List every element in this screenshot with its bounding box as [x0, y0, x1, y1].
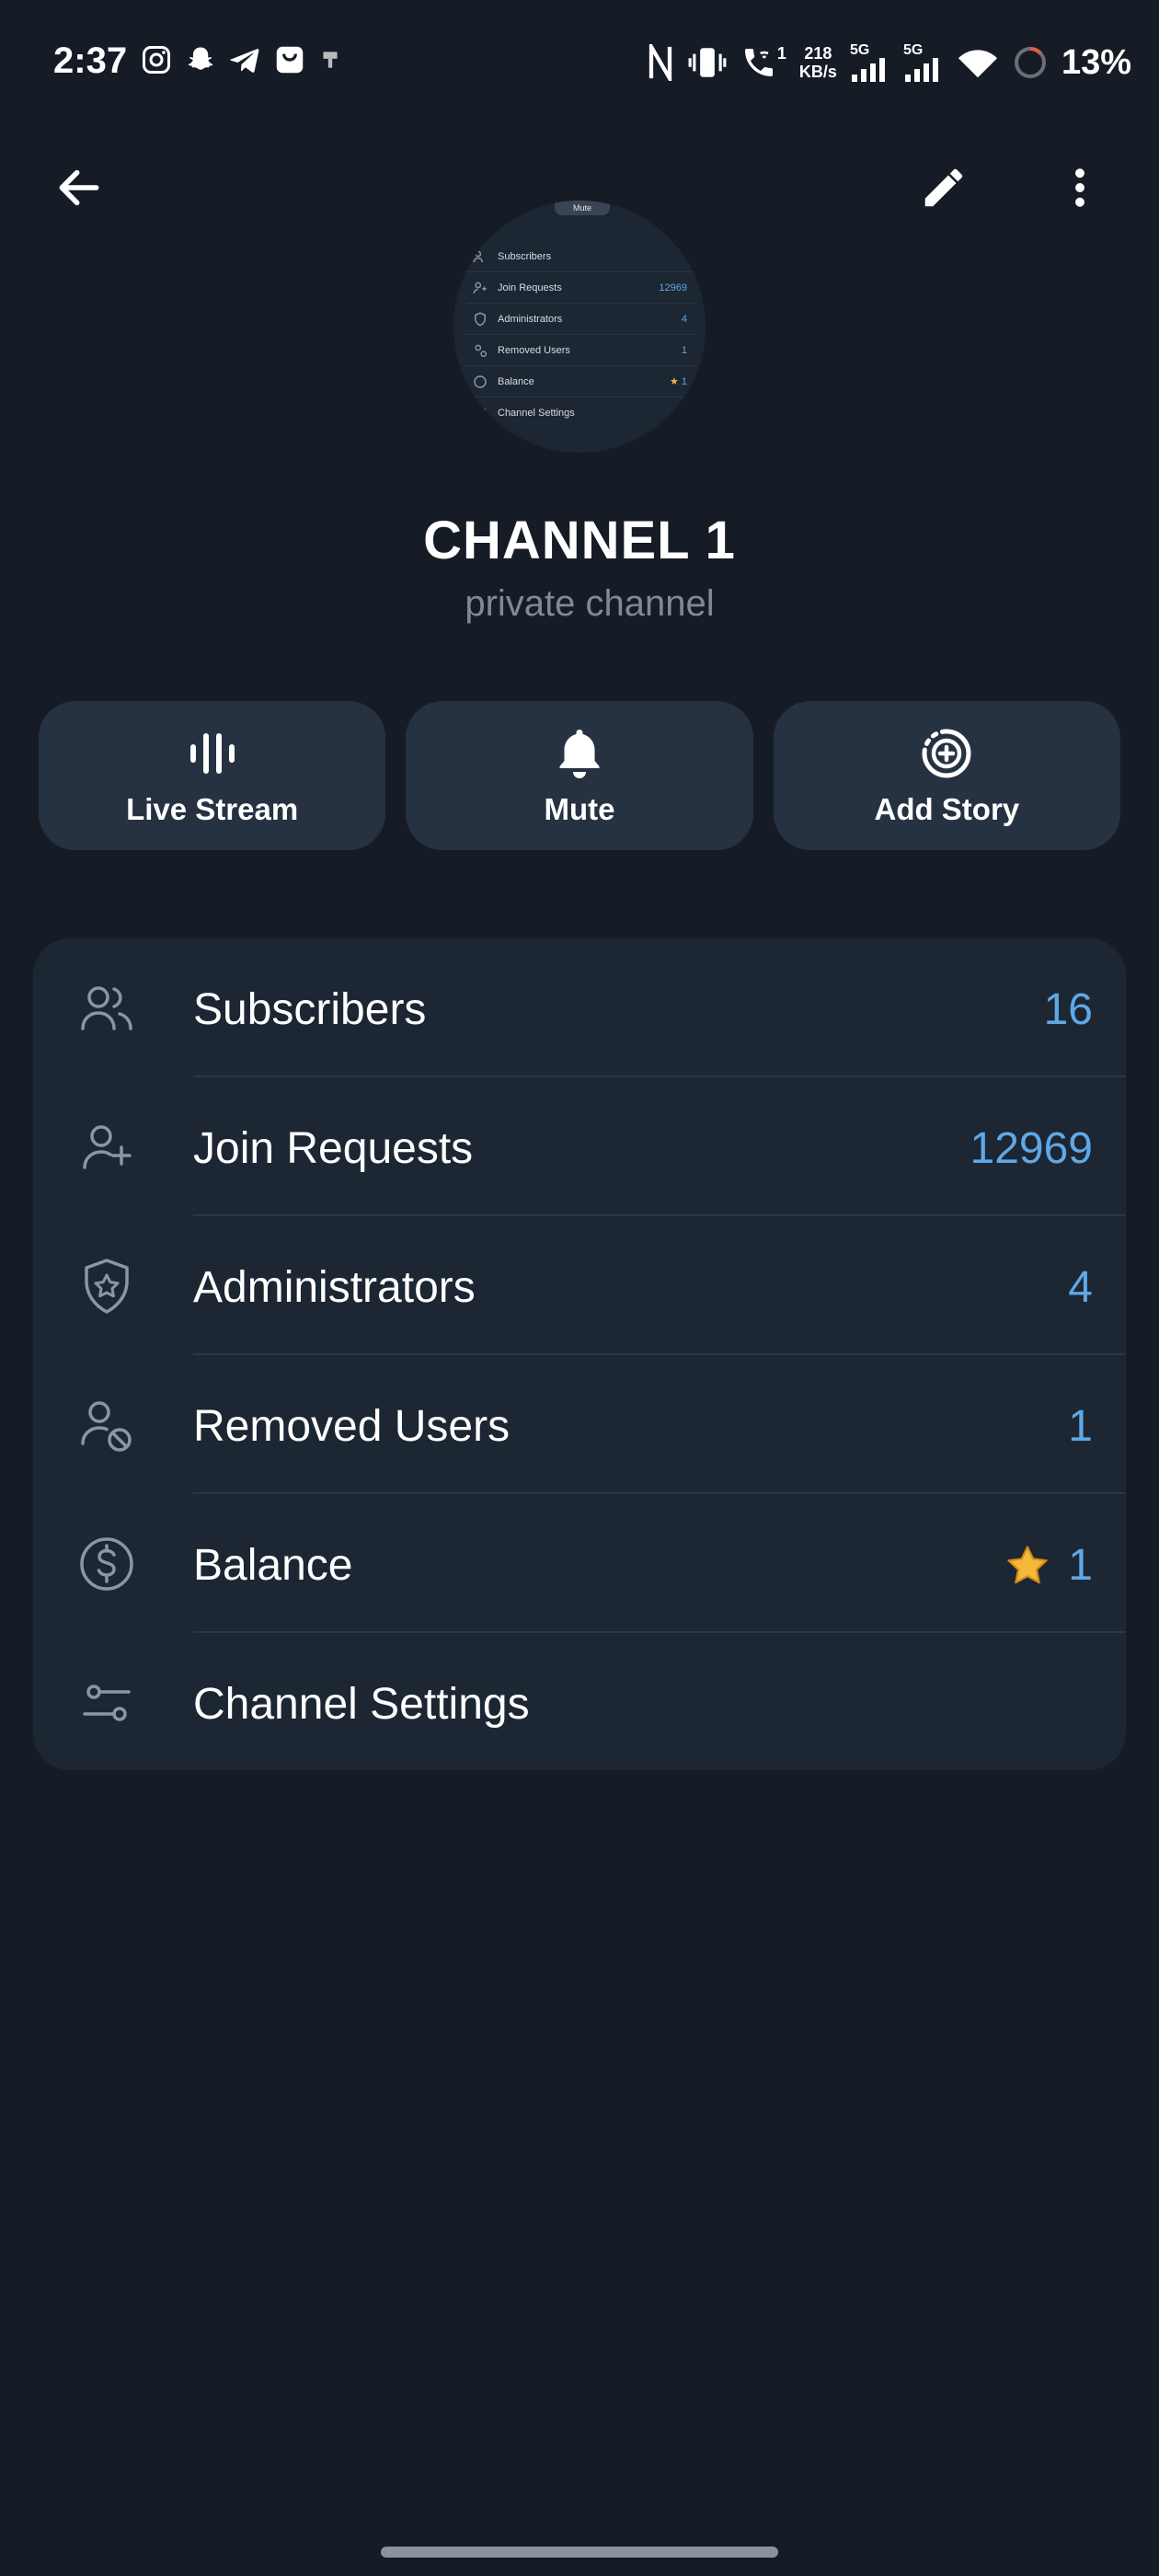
menu-item-label: Administrators [193, 1263, 476, 1312]
more-options-button[interactable] [1047, 155, 1113, 221]
menu-item-label: Balance [193, 1541, 353, 1590]
menu-item-value: 12969 [970, 1124, 1093, 1173]
avatar-preview-label: Channel Settings [498, 408, 575, 419]
back-button[interactable] [46, 155, 112, 221]
menu-item-administrators[interactable]: Administrators 4 [33, 1216, 1126, 1355]
menu-item-value-group: 1 [1004, 1540, 1093, 1591]
settings-sliders-icon [475, 408, 486, 418]
channel-avatar[interactable]: Mute Subscribers Join Requests 12969 Adm… [453, 201, 706, 453]
battery-percent: 13% [1061, 42, 1131, 82]
avatar-preview-row: Administrators 4 [466, 304, 696, 335]
shopping-bag-icon [272, 42, 307, 77]
avatar-preview-tab-label: Mute [572, 203, 591, 213]
channel-menu: Subscribers 16 Join Requests 12969 Admin… [33, 938, 1126, 1770]
avatar-preview-label: Balance [498, 375, 534, 387]
avatar-preview-balance-value: 1 [681, 376, 687, 387]
menu-item-value: 4 [1068, 1263, 1093, 1312]
sim1-label: 5G [849, 42, 870, 58]
subscribers-icon [81, 986, 132, 1030]
network-speed: 218 KB/s [799, 44, 837, 81]
avatar-preview-tab: Mute [555, 201, 610, 215]
user-block-icon [81, 1401, 132, 1452]
menu-item-value: 1 [1068, 1402, 1093, 1451]
pencil-icon [924, 168, 963, 207]
signal-icon [850, 58, 890, 82]
avatar-preview-row: Channel Settings [466, 397, 696, 429]
instagram-icon [140, 43, 173, 76]
sim1-signal: 5G [850, 43, 890, 82]
add-story-icon [922, 729, 971, 778]
bell-icon [559, 730, 600, 778]
settings-sliders-icon [83, 1685, 131, 1721]
wifi-icon [957, 44, 999, 81]
user-block-icon [475, 344, 488, 357]
status-time: 2:37 [53, 40, 128, 81]
snapchat-icon [184, 43, 217, 76]
avatar-preview-value: 1 [681, 344, 687, 356]
mute-button[interactable]: Mute [406, 701, 753, 850]
call-wifi-label: 1 [776, 44, 786, 63]
channel-subtitle: private channel [465, 583, 715, 624]
dollar-icon [474, 374, 487, 388]
avatar-preview-row: Removed Users 1 [466, 335, 696, 366]
avatar-preview-value: ★ 1 [670, 375, 687, 387]
nfc-icon [647, 44, 674, 81]
avatar-preview-label: Subscribers [498, 250, 552, 262]
menu-item-label: Join Requests [193, 1124, 474, 1173]
avatar-preview-label: Join Requests [498, 282, 562, 293]
arrow-back-icon [59, 169, 99, 206]
avatar-preview-row: Balance ★ 1 [466, 366, 696, 397]
menu-item-join-requests[interactable]: Join Requests 12969 [33, 1077, 1126, 1216]
add-user-icon [473, 282, 487, 293]
avatar-preview-value: 4 [681, 313, 687, 325]
avatar-preview-row: Subscribers [466, 241, 696, 272]
edit-button[interactable] [911, 155, 977, 221]
small-notification-icon [318, 46, 342, 74]
live-stream-icon [189, 733, 235, 774]
menu-item-label: Removed Users [193, 1402, 511, 1451]
vibrate-icon [687, 44, 728, 81]
menu-item-label: Channel Settings [193, 1680, 530, 1729]
notification-icons [140, 42, 342, 77]
menu-item-label: Subscribers [193, 985, 427, 1034]
channel-title: CHANNEL 1 [423, 511, 736, 570]
menu-item-value: 1 [1068, 1541, 1093, 1590]
home-indicator[interactable] [381, 2547, 778, 2558]
add-user-icon [83, 1125, 132, 1169]
live-stream-label: Live Stream [126, 792, 299, 826]
shield-star-icon [85, 1259, 129, 1314]
avatar-preview-label: Removed Users [498, 344, 570, 356]
menu-item-channel-settings[interactable]: Channel Settings [33, 1633, 1126, 1770]
status-bar: 2:37 1 218 KB/s 5G 5G 13% [0, 0, 1159, 129]
telegram-icon [228, 43, 261, 76]
subscribers-icon [473, 250, 483, 262]
more-vertical-icon [1075, 168, 1084, 207]
menu-item-balance[interactable]: Balance 1 [33, 1494, 1126, 1633]
dollar-icon [80, 1537, 133, 1591]
sim2-signal: 5G [903, 43, 944, 82]
avatar-preview-label: Administrators [498, 313, 563, 325]
network-speed-unit: KB/s [798, 63, 837, 81]
avatar-preview-value: 12969 [659, 282, 687, 293]
battery-ring-icon [1012, 44, 1049, 81]
avatar-preview-row: Join Requests 12969 [466, 272, 696, 304]
add-story-label: Add Story [874, 792, 1020, 826]
action-buttons: Live Stream Mute Add Story [39, 701, 1120, 850]
signal-icon [903, 58, 944, 82]
add-story-button[interactable]: Add Story [773, 701, 1120, 850]
star-icon [1007, 1545, 1048, 1583]
avatar-screenshot-preview: Mute Subscribers Join Requests 12969 Adm… [453, 201, 706, 453]
menu-item-removed-users[interactable]: Removed Users 1 [33, 1355, 1126, 1494]
network-speed-value: 218 [804, 44, 832, 63]
menu-item-value: 16 [1043, 985, 1093, 1034]
mute-label: Mute [544, 792, 615, 826]
sim2-label: 5G [902, 42, 924, 58]
system-status-icons: 1 218 KB/s 5G 5G 13% [647, 37, 1131, 88]
menu-item-subscribers[interactable]: Subscribers 16 [33, 938, 1126, 1077]
live-stream-button[interactable]: Live Stream [39, 701, 386, 850]
star-icon: ★ [669, 376, 679, 387]
wifi-calling-icon: 1 [740, 44, 786, 81]
shield-star-icon [475, 311, 486, 327]
